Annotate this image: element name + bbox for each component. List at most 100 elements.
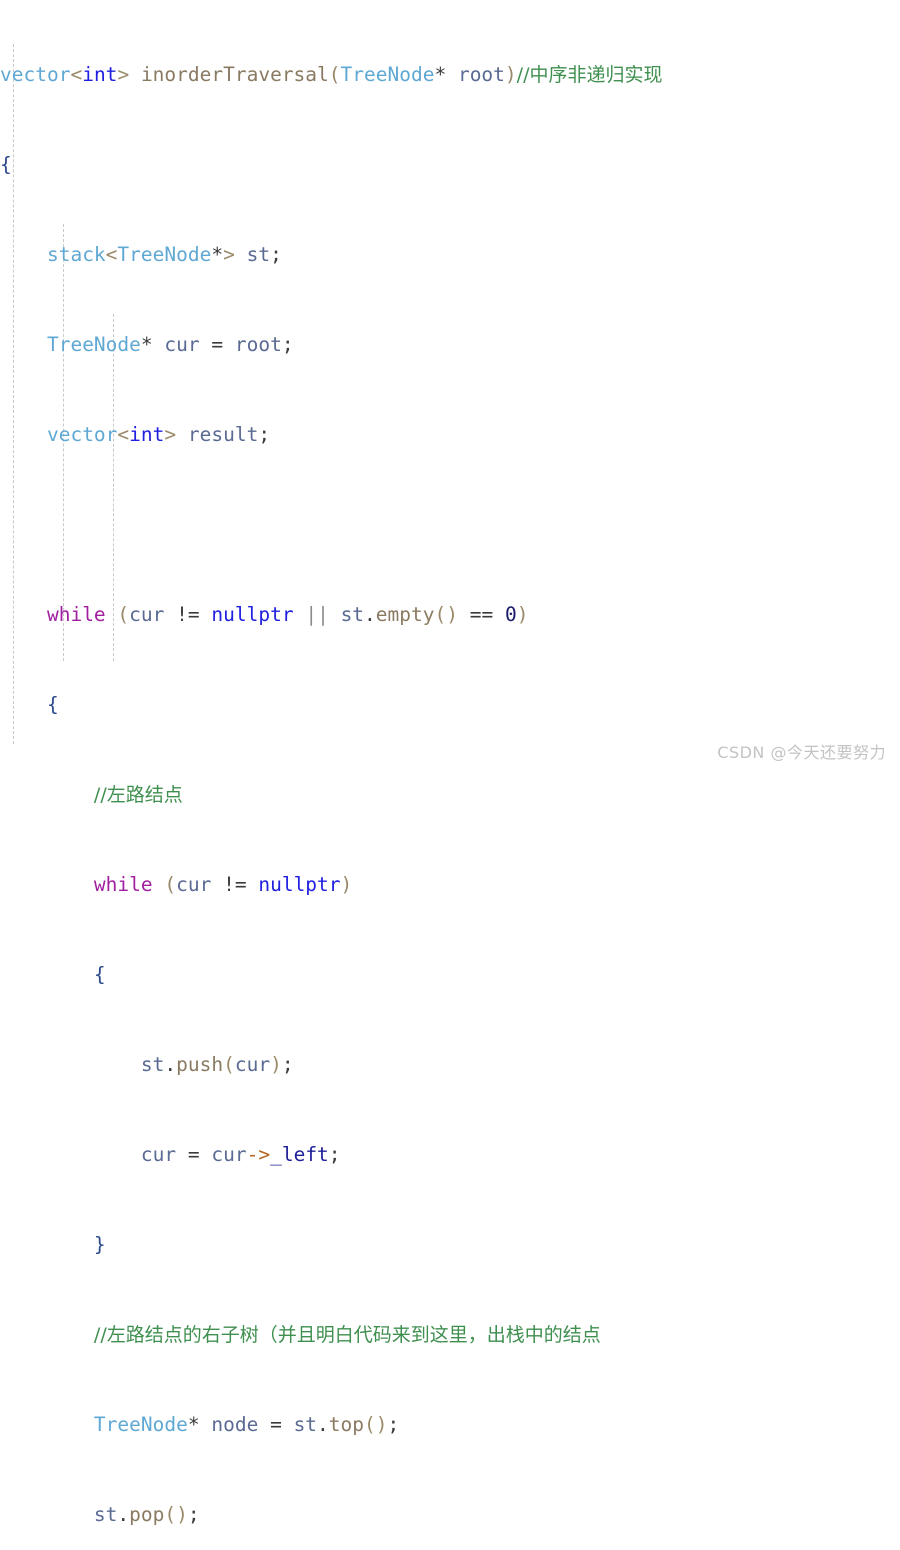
token-paren-open: (: [223, 1053, 235, 1076]
token-call-parens: (): [434, 603, 458, 626]
token-paren-close: ): [504, 63, 517, 86]
code-line-2: {: [0, 150, 900, 180]
code-screenshot-surface: vector<int> inorderTraversal(TreeNode* r…: [0, 0, 900, 1526]
token-type-vector: vector: [46, 423, 118, 446]
token-semicolon: ;: [281, 1053, 294, 1076]
token-var-root: root: [234, 333, 282, 356]
token-member-top: top: [328, 1413, 365, 1436]
token-type-vector: vector: [0, 63, 71, 86]
token-var-cur: cur: [164, 333, 200, 356]
token-type-treenode: TreeNode: [340, 63, 435, 86]
indent-guide-level-1: [13, 44, 14, 744]
token-keyword-int: int: [82, 63, 118, 86]
token-var-cur: cur: [176, 873, 212, 896]
token-assign: =: [211, 333, 224, 356]
token-call-parens: (): [364, 1413, 388, 1436]
comment-line-1: //中序非递归实现: [516, 64, 663, 86]
token-arrow: ->: [246, 1143, 271, 1166]
token-dot: .: [317, 1413, 329, 1436]
code-line-16: TreeNode* node = st.top();: [0, 1410, 900, 1440]
token-var-cur: cur: [211, 1143, 247, 1166]
token-not-equal: !=: [176, 603, 200, 626]
token-var-result: result: [187, 423, 259, 446]
token-var-cur: cur: [234, 1053, 271, 1076]
token-angle-open: <: [117, 423, 130, 446]
token-call-parens: (): [164, 1503, 188, 1526]
token-keyword-int: int: [129, 423, 165, 446]
token-semicolon: ;: [328, 1143, 341, 1166]
code-line-3: stack<TreeNode*> st;: [0, 240, 900, 270]
comment-line-9: //左路结点: [93, 784, 183, 806]
token-angle-close: >: [223, 243, 235, 266]
token-angle-open: <: [105, 243, 118, 266]
token-function-name: inorderTraversal: [140, 63, 329, 86]
token-star: *: [211, 243, 224, 266]
code-line-13: cur = cur->_left;: [0, 1140, 900, 1170]
token-number-zero: 0: [504, 603, 517, 626]
source-code: vector<int> inorderTraversal(TreeNode* r…: [0, 60, 900, 1550]
token-dot: .: [364, 603, 376, 626]
csdn-watermark: CSDN @今天还要努力: [717, 743, 886, 762]
token-angle-open: <: [70, 63, 83, 86]
token-semicolon: ;: [258, 423, 271, 446]
code-line-4: TreeNode* cur = root;: [0, 330, 900, 360]
code-line-5: vector<int> result;: [0, 420, 900, 450]
token-brace-close-inner-while: }: [93, 1233, 106, 1256]
token-equal-equal: ==: [469, 603, 494, 626]
token-var-st: st: [93, 1503, 118, 1526]
token-field-left: _left: [270, 1143, 329, 1166]
token-brace-open-inner-while: {: [93, 963, 106, 986]
code-line-17: st.pop();: [0, 1500, 900, 1530]
token-angle-close: >: [117, 63, 130, 86]
token-keyword-nullptr: nullptr: [258, 873, 341, 896]
token-type-treenode: TreeNode: [93, 1413, 188, 1436]
token-var-st: st: [340, 603, 365, 626]
code-line-8: {: [0, 690, 900, 720]
code-line-1: vector<int> inorderTraversal(TreeNode* r…: [0, 60, 900, 90]
token-star: *: [434, 63, 447, 86]
token-var-cur: cur: [129, 603, 165, 626]
token-keyword-while: while: [46, 603, 106, 626]
token-var-st: st: [246, 243, 271, 266]
token-paren-open: (: [164, 873, 177, 896]
token-var-cur: cur: [140, 1143, 177, 1166]
indent-guides: [0, 0, 900, 775]
comment-line-15: //左路结点的右子树（并且明白代码来到这里，出栈中的结点: [93, 1324, 601, 1346]
token-dot: .: [164, 1053, 177, 1076]
token-semicolon: ;: [270, 243, 282, 266]
token-semicolon: ;: [187, 1503, 200, 1526]
token-paren-close: ): [270, 1053, 282, 1076]
token-paren-open: (: [117, 603, 130, 626]
code-line-14: }: [0, 1230, 900, 1260]
token-keyword-while: while: [93, 873, 153, 896]
token-member-pop: pop: [129, 1503, 165, 1526]
token-dot: .: [117, 1503, 130, 1526]
code-line-15: //左路结点的右子树（并且明白代码来到这里，出栈中的结点: [0, 1320, 900, 1350]
token-brace-open-fn: {: [0, 153, 12, 176]
token-assign: =: [270, 1413, 282, 1436]
token-paren-open: (: [328, 63, 341, 86]
token-param-root: root: [457, 63, 505, 86]
token-logical-or: ||: [305, 603, 329, 626]
token-var-st: st: [140, 1053, 165, 1076]
token-star: *: [140, 333, 153, 356]
token-star: *: [187, 1413, 200, 1436]
token-type-treenode: TreeNode: [117, 243, 212, 266]
token-assign: =: [187, 1143, 200, 1166]
token-paren-close: ): [340, 873, 353, 896]
code-line-7: while (cur != nullptr || st.empty() == 0…: [0, 600, 900, 630]
token-not-equal: !=: [223, 873, 247, 896]
token-type-stack: stack: [46, 243, 106, 266]
token-member-push: push: [176, 1053, 224, 1076]
token-paren-close: ): [516, 603, 529, 626]
token-angle-close: >: [164, 423, 177, 446]
code-line-11: {: [0, 960, 900, 990]
token-member-empty: empty: [375, 603, 435, 626]
code-line-9: //左路结点: [0, 780, 900, 810]
token-type-treenode: TreeNode: [46, 333, 141, 356]
code-line-10: while (cur != nullptr): [0, 870, 900, 900]
code-line-12: st.push(cur);: [0, 1050, 900, 1080]
token-var-st: st: [293, 1413, 318, 1436]
token-var-node: node: [211, 1413, 259, 1436]
token-semicolon: ;: [281, 333, 294, 356]
